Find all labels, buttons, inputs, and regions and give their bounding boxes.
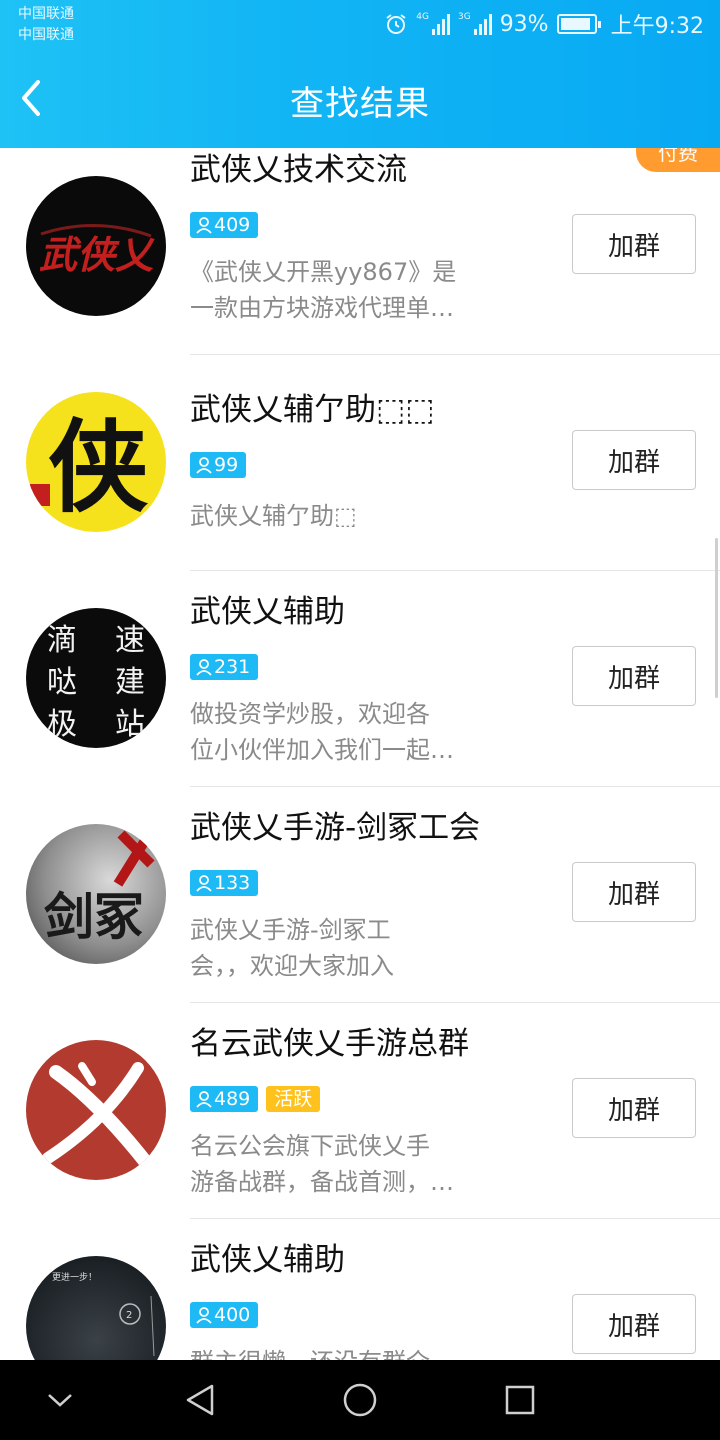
member-count: 99 <box>214 454 239 476</box>
carrier-labels: 中国联通 中国联通 <box>18 4 74 46</box>
member-count: 133 <box>214 872 251 894</box>
person-icon <box>196 217 212 234</box>
recents-square-icon <box>505 1385 535 1415</box>
page-title: 查找结果 <box>290 84 430 124</box>
nav-recents-button[interactable] <box>475 1360 565 1440</box>
avatar-char: 哒 <box>47 665 77 700</box>
group-name: 武侠乂辅助 <box>190 1242 345 1278</box>
group-badges: 400 <box>190 1302 259 1328</box>
avatar-char: 速 <box>115 623 145 658</box>
group-row[interactable]: 武侠乂 武侠乂技术交流 409 《武侠乂开黑yy867》是 一款由方块游戏代理单…… <box>0 148 720 355</box>
join-group-button[interactable]: 加群 <box>572 430 696 490</box>
signal-icon-1: 4G <box>416 13 450 35</box>
group-row[interactable]: 剑冢 武侠乂手游-剑冢工会 133 武侠乂手游-剑冢工 会，，欢迎大家加入 加群 <box>0 784 720 1003</box>
avatar-char: 滴 <box>47 623 77 658</box>
carrier-2: 中国联通 <box>18 27 74 43</box>
svg-text:更进一步！: 更进一步！ <box>52 1272 97 1283</box>
group-avatar[interactable]: 武侠乂 <box>26 176 166 316</box>
person-icon <box>196 1307 212 1324</box>
group-description: 武侠乂辅亇助⬚ <box>190 502 357 530</box>
group-description: 《武侠乂开黑yy867》是 一款由方块游戏代理单… <box>190 258 457 322</box>
group-row[interactable]: 名云武侠乂手游总群 489 活跃 名云公会旗下武侠乂手 游备战群，备战首测，… 加… <box>0 1000 720 1219</box>
group-badges: 231 <box>190 654 259 680</box>
group-avatar[interactable]: 更进一步！ 2 <box>26 1256 166 1360</box>
member-count: 409 <box>214 214 251 236</box>
carrier-1: 中国联通 <box>18 6 74 22</box>
group-avatar[interactable]: 剑冢 <box>26 824 166 964</box>
group-description: 做投资学炒股，欢迎各 位小伙伴加入我们一起… <box>190 700 454 764</box>
avatar-char: 站 <box>115 707 145 742</box>
avatar-char: 极 <box>47 707 77 742</box>
member-count-badge: 409 <box>190 212 259 238</box>
status-icons: 4G 3G 93% 上午9:32 <box>384 8 704 40</box>
alarm-icon <box>386 14 406 34</box>
group-description: 群主很懒，还没有群介 <box>190 1344 480 1360</box>
group-row[interactable]: 更进一步！ 2 武侠乂辅助 400 群主很懒，还没有群介 加群 <box>0 1216 720 1360</box>
results-list[interactable]: 付费 武侠乂 武侠乂技术交流 409 《武侠乂开黑yy867》是 一款由方块游戏代… <box>0 148 720 1360</box>
person-icon <box>196 875 212 892</box>
group-description: 名云公会旗下武侠乂手 游备战群，备战首测，… <box>190 1132 454 1196</box>
signal-icon-2: 3G <box>458 13 492 35</box>
group-row[interactable]: 侠 武侠乂辅亇助⬚⬚ 99 武侠乂辅亇助⬚ 加群 <box>0 352 720 571</box>
group-badges: 99 <box>190 452 247 478</box>
svg-text:剑冢: 剑冢 <box>44 887 144 946</box>
clock: 上午9:32 <box>610 14 704 39</box>
group-name: 武侠乂辅助 <box>190 594 345 630</box>
member-count: 400 <box>214 1304 251 1326</box>
member-count: 489 <box>214 1088 251 1110</box>
member-count-badge: 489 <box>190 1086 259 1112</box>
group-badges: 133 <box>190 870 259 896</box>
svg-text:武侠乂: 武侠乂 <box>39 232 155 277</box>
person-icon <box>196 457 212 474</box>
join-group-button[interactable]: 加群 <box>572 862 696 922</box>
member-count-badge: 99 <box>190 452 247 478</box>
group-row[interactable]: 滴 速哒 建极 站 武侠乂辅助 231 做投资学炒股，欢迎各 位小伙伴加入我们一起… 加… <box>0 568 720 787</box>
member-count-badge: 231 <box>190 654 259 680</box>
join-group-button[interactable]: 加群 <box>572 646 696 706</box>
person-icon <box>196 659 212 676</box>
member-count-badge: 133 <box>190 870 259 896</box>
system-nav-bar <box>0 1360 720 1440</box>
nav-back-button[interactable] <box>155 1360 245 1440</box>
home-circle-icon <box>343 1383 377 1417</box>
back-triangle-icon <box>186 1384 214 1416</box>
svg-text:侠: 侠 <box>48 408 149 526</box>
group-avatar[interactable]: 滴 速哒 建极 站 <box>26 608 166 748</box>
group-description: 武侠乂手游-剑冢工 会，，欢迎大家加入 <box>190 916 394 980</box>
svg-text:2: 2 <box>126 1310 132 1321</box>
battery-icon <box>556 14 601 34</box>
member-count-badge: 400 <box>190 1302 259 1328</box>
group-name: 武侠乂手游-剑冢工会 <box>190 810 481 846</box>
group-avatar[interactable] <box>26 1040 166 1180</box>
group-name: 武侠乂辅亇助⬚⬚ <box>190 392 435 428</box>
group-badges: 409 <box>190 212 259 238</box>
avatar-char: 建 <box>115 665 145 700</box>
active-badge: 活跃 <box>266 1086 321 1112</box>
scrollbar[interactable] <box>715 538 718 698</box>
member-count: 231 <box>214 656 251 678</box>
group-badges: 489 活跃 <box>190 1086 321 1112</box>
nav-home-button[interactable] <box>315 1360 405 1440</box>
battery-percent: 93% <box>499 11 549 37</box>
app-header: 中国联通 中国联通 4G 3G 93% 上午9:32 查找结果 <box>0 0 720 148</box>
chevron-down-icon <box>48 1394 72 1407</box>
join-group-button[interactable]: 加群 <box>572 214 696 274</box>
hide-nav-button[interactable] <box>15 1360 105 1440</box>
group-avatar[interactable]: 侠 <box>26 392 166 532</box>
join-group-button[interactable]: 加群 <box>572 1294 696 1354</box>
join-group-button[interactable]: 加群 <box>572 1078 696 1138</box>
person-icon <box>196 1091 212 1108</box>
group-name: 名云武侠乂手游总群 <box>190 1026 469 1062</box>
group-name: 武侠乂技术交流 <box>190 152 407 188</box>
